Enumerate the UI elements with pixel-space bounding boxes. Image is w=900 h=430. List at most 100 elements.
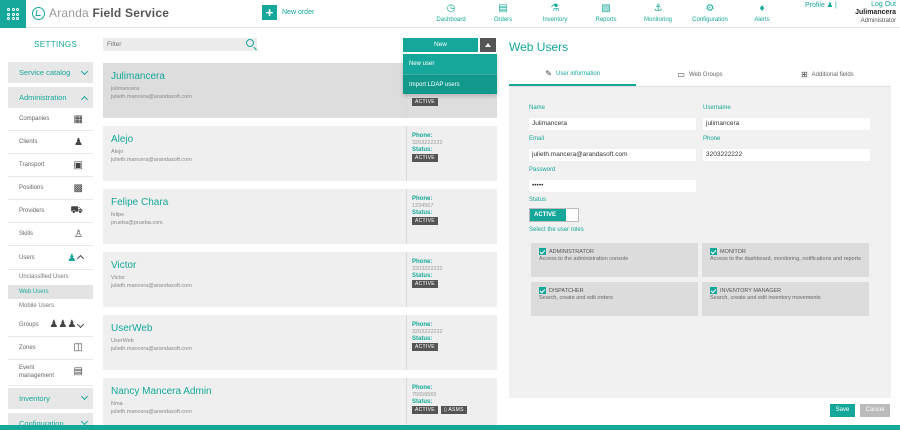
role-title: DISPATCHER xyxy=(549,287,584,294)
plus-icon: + xyxy=(262,5,277,20)
menu-item-new-user[interactable]: New user xyxy=(403,54,497,74)
user-card[interactable]: Alejo Alejo julieth.mancera@arandasoft.c… xyxy=(103,126,497,181)
bus-icon: ▣ xyxy=(73,159,83,171)
user-card-details: Phone: 3203222222 Status: ACTIVE xyxy=(406,126,443,181)
tab-web-groups[interactable]: ▭ Web Groups xyxy=(636,63,763,86)
sidebar-inventory[interactable]: Inventory xyxy=(8,387,93,409)
role-title: MONITOR xyxy=(720,248,746,255)
new-button[interactable]: New xyxy=(403,38,478,52)
nav-reports[interactable]: ▧ Reports xyxy=(581,2,631,23)
nav-monitoring-label: Monitoring xyxy=(643,17,672,23)
name-field[interactable] xyxy=(529,118,696,130)
email-label: Email xyxy=(529,136,545,142)
status-badge: ACTIVE xyxy=(412,280,438,288)
phone-field[interactable] xyxy=(703,149,870,161)
nav-dashboard[interactable]: ◷ Dashboard xyxy=(426,2,476,23)
sidebar-item-providers[interactable]: Providers ⛟ xyxy=(8,200,93,223)
role-dispatcher[interactable]: DISPATCHER Search, create and edit order… xyxy=(531,282,698,316)
reports-icon: ▧ xyxy=(601,3,611,14)
save-button[interactable]: Save xyxy=(830,404,855,417)
bottom-accent-bar xyxy=(0,425,900,430)
filter-input[interactable] xyxy=(103,38,257,51)
status-label: Status: xyxy=(412,147,433,153)
sidebar-item-event-management[interactable]: Event management ▤ xyxy=(8,359,93,386)
user-card[interactable]: Nancy Mancera Admin Nma julieth.mancera@… xyxy=(103,378,497,426)
plus-box-icon: ⊞ xyxy=(800,70,808,79)
user-card-email: julieth.mancera@arandasoft.com xyxy=(111,94,192,100)
sidebar-item-companies[interactable]: Companies ▦ xyxy=(8,108,93,131)
dashboard-icon: ◷ xyxy=(446,3,456,14)
email-field[interactable] xyxy=(529,149,696,161)
password-label: Password xyxy=(529,167,556,173)
nav-configuration[interactable]: ⚙ Configuration xyxy=(685,2,735,23)
tab-label: Web Groups xyxy=(688,71,723,78)
search-icon[interactable] xyxy=(246,39,254,47)
user-card-username: felipe xyxy=(111,212,125,218)
profile-link[interactable]: Profile ♟ | xyxy=(805,1,837,9)
username-field[interactable] xyxy=(703,118,870,130)
person-icon: ♟ xyxy=(67,252,77,264)
nav-alerts[interactable]: ♦ Alerts xyxy=(737,2,787,23)
sidebar-item-users[interactable]: Users ♟ xyxy=(8,247,93,270)
user-card[interactable]: Felipe Chara felipe prueba@prueba.com Ph… xyxy=(103,189,497,244)
sidebar-item-clients[interactable]: Clients ♟ xyxy=(8,131,93,154)
nav-monitoring[interactable]: ⚓ Monitoring xyxy=(633,2,683,23)
sidebar-item-label: Skills xyxy=(19,231,34,237)
sidebar-service-catalog[interactable]: Service catalog xyxy=(8,62,93,83)
password-field[interactable] xyxy=(529,180,696,192)
map-zones-icon: ◫ xyxy=(73,342,83,353)
role-administrator[interactable]: ADMINISTRATOR Access to the administrati… xyxy=(531,243,698,277)
inventory-icon: ⚗ xyxy=(550,3,560,14)
sidebar-item-zones[interactable]: Zones ◫ xyxy=(8,336,93,360)
sidebar-item-positions[interactable]: Positions ▩ xyxy=(8,177,93,200)
tab-user-information[interactable]: ✎ User information xyxy=(509,63,637,86)
checkbox-checked-icon[interactable] xyxy=(710,287,717,294)
brand-name-light: Aranda xyxy=(49,6,89,20)
nav-inventory[interactable]: ⚗ Inventory xyxy=(530,2,580,23)
nav-orders[interactable]: ▤ Orders xyxy=(478,2,528,23)
sidebar-item-skills[interactable]: Skills ♙ xyxy=(8,223,93,246)
sidebar-item-label: Users xyxy=(19,255,35,261)
phone-label: Phone: xyxy=(412,133,433,139)
profile-separator: | xyxy=(835,2,837,9)
sidebar-administration[interactable]: Administration xyxy=(8,87,93,108)
cancel-button[interactable]: Cancel xyxy=(860,404,890,417)
new-order-button[interactable]: + New order xyxy=(262,5,314,20)
role-description: Access to the dashboard, monitoring, not… xyxy=(710,256,861,262)
user-card-details: Phone: 3203222222 Status: ACTIVE xyxy=(406,252,443,307)
sidebar-item-label: Groups xyxy=(19,321,39,328)
form-tabs: ✎ User information ▭ Web Groups ⊞ Additi… xyxy=(509,63,891,87)
user-card[interactable]: Victor Victor julieth.mancera@arandasoft… xyxy=(103,252,497,307)
chevron-down-icon xyxy=(80,417,89,426)
menu-item-import-ldap[interactable]: Import LDAP users xyxy=(403,74,497,94)
new-dropdown-toggle[interactable] xyxy=(480,38,496,52)
checkbox-checked-icon[interactable] xyxy=(539,248,546,255)
role-monitor[interactable]: MONITOR Access to the dashboard, monitor… xyxy=(702,243,869,277)
checkbox-checked-icon[interactable] xyxy=(539,287,546,294)
sidebar-item-transport[interactable]: Transport ▣ xyxy=(8,154,93,177)
user-card-username: Alejo xyxy=(111,149,124,155)
role-description: Search, create and edit orders xyxy=(539,295,613,301)
checkbox-checked-icon[interactable] xyxy=(710,248,717,255)
sidebar-sub-unclassified-users[interactable]: Unclassified Users xyxy=(8,270,93,285)
asms-badge: ▯ ASMS xyxy=(440,406,467,414)
settings-sidebar: Service catalog Administration Companies… xyxy=(8,62,93,430)
status-toggle[interactable]: ACTIVE xyxy=(529,208,579,222)
logout-link[interactable]: Log Out xyxy=(855,1,896,9)
role-title: INVENTORY MANAGER xyxy=(720,287,782,294)
phone-label: Phone xyxy=(703,136,721,142)
user-card-details: Phone: 1234567 Status: ACTIVE xyxy=(406,189,438,244)
name-label: Name xyxy=(529,105,546,111)
user-card-email: julieth.mancera@arandasoft.com xyxy=(111,346,192,352)
tab-additional-fields[interactable]: ⊞ Additional fields xyxy=(764,63,891,86)
sidebar-item-groups[interactable]: Groups ♟♟♟ xyxy=(8,313,93,337)
sidebar-sub-web-users[interactable]: Web Users xyxy=(8,284,93,299)
status-label: Status: xyxy=(412,273,433,279)
role-inventory-manager[interactable]: INVENTORY MANAGER Search, create and edi… xyxy=(702,282,869,316)
status-label: Status: xyxy=(412,399,433,405)
user-card[interactable]: UserWeb UserWeb julieth.mancera@arandaso… xyxy=(103,315,497,370)
sidebar-sub-mobile-users[interactable]: Mobile Users xyxy=(8,299,93,314)
apps-grid-icon[interactable] xyxy=(0,0,26,28)
phone-label: Phone: xyxy=(412,196,433,202)
chevron-up-icon xyxy=(80,95,89,103)
